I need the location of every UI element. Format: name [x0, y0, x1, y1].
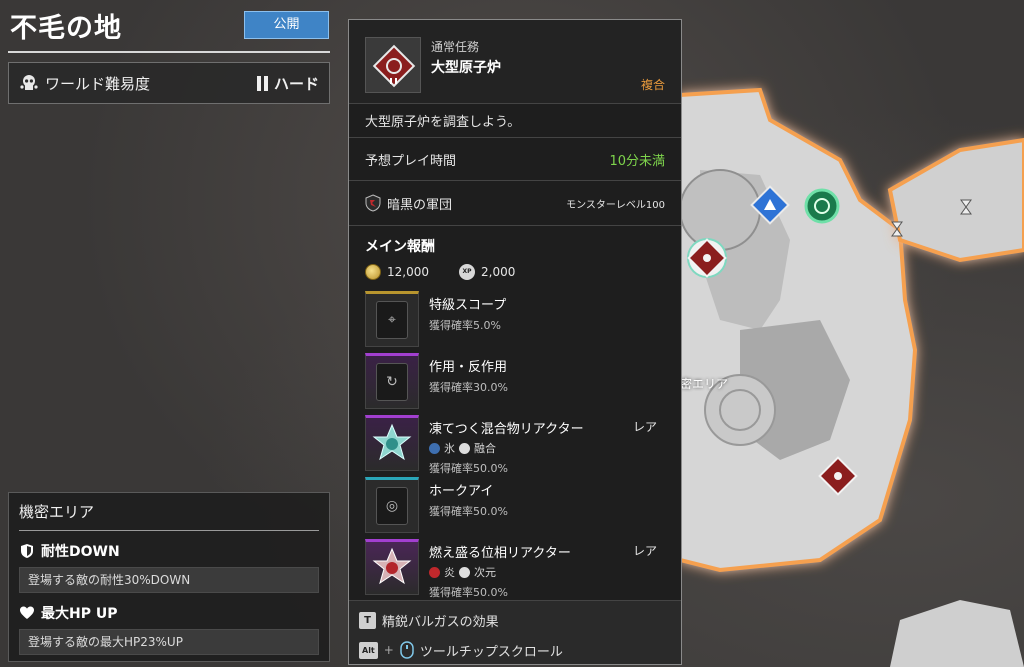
enemy-faction-row: 暗黒の軍団 モンスターレベル100 — [349, 181, 681, 226]
fire-reactor-icon — [372, 547, 412, 585]
reward-drop-rate: 獲得確率50.0% — [429, 505, 508, 518]
reward-thumbnail: ↻ — [365, 353, 419, 409]
xp-amount: 2,000 — [481, 265, 516, 279]
estimated-play-time: 予想プレイ時間 10分未満 — [349, 138, 681, 181]
difficulty-value: ハード — [273, 74, 319, 93]
gold-amount: 12,000 — [387, 265, 429, 279]
element-tag: 炎 — [444, 566, 455, 579]
plus-sign: + — [383, 643, 394, 657]
key-t: T — [359, 611, 376, 629]
reward-thumbnail: ◎ — [365, 477, 419, 533]
reward-list[interactable]: ⌖ 特級スコープ 獲得確率5.0% ↻ 作用・反作用 獲得確率30.0% 凍てつ… — [365, 291, 667, 599]
shield-icon — [21, 544, 33, 558]
reward-item[interactable]: 燃え盛る位相リアクター 炎 次元 獲得確率50.0% レア — [365, 539, 667, 599]
reward-drop-rate: 獲得確率30.0% — [429, 381, 508, 394]
reward-item[interactable]: ◎ ホークアイ 獲得確率50.0% — [365, 477, 667, 539]
map-marker-mission-selected — [687, 238, 727, 278]
map-marker-green — [804, 188, 840, 224]
faction-icon — [365, 194, 381, 212]
main-rewards-title: メイン報酬 — [365, 239, 435, 255]
reward-thumbnail: ⌖ — [365, 291, 419, 347]
type-tag: 融合 — [474, 442, 496, 455]
mission-tooltip[interactable]: 通常任務 大型原子炉 複合 大型原子炉を調査しよう。 予想プレイ時間 10分未満… — [348, 19, 682, 665]
reward-tags: 氷 融合 — [429, 440, 667, 456]
element-tag: 氷 — [444, 442, 455, 455]
xp-icon: XP — [459, 264, 475, 280]
reward-name: 燃え盛る位相リアクター — [429, 546, 571, 561]
difficulty-level: ハード — [256, 73, 319, 94]
map-area-label: 密エリア — [680, 377, 729, 391]
modifier-title-text: 耐性DOWN — [41, 544, 120, 560]
reward-drop-rate: 獲得確率5.0% — [429, 319, 501, 332]
publish-button[interactable]: 公開 — [244, 11, 329, 39]
modifier-title: 最大HP UP — [19, 603, 319, 623]
reward-rarity: レア — [632, 420, 657, 434]
key-alt: Alt — [359, 641, 378, 659]
mouse-scroll-icon — [400, 641, 414, 659]
mission-type: 複合 — [640, 78, 665, 92]
reward-name: ホークアイ — [429, 484, 494, 499]
frost-reactor-icon — [372, 423, 412, 461]
mission-description: 大型原子炉を調査しよう。 — [349, 104, 681, 138]
area-modifiers-panel: 機密エリア 耐性DOWN 登場する敵の耐性30%DOWN 最大HP UP 登場す… — [8, 492, 330, 662]
type-tag: 次元 — [474, 566, 496, 579]
reward-name: 作用・反作用 — [429, 360, 508, 375]
difficulty-tier-icon — [256, 75, 268, 91]
modifier-title-text: 最大HP UP — [41, 606, 118, 622]
elite-effect-hint[interactable]: T 精鋭バルガスの効果 — [359, 607, 671, 633]
play-time-value: 10分未満 — [609, 153, 665, 169]
mission-name: 大型原子炉 — [431, 60, 501, 76]
world-title: 不毛の地 — [10, 13, 122, 44]
reward-tags: 炎 次元 — [429, 564, 667, 580]
fire-element-icon — [429, 566, 440, 578]
reward-thumbnail — [365, 415, 419, 471]
tooltip-footer: T 精鋭バルガスの効果 Alt + ツールチップスクロール — [349, 600, 681, 664]
play-time-label: 予想プレイ時間 — [365, 153, 457, 169]
reward-drop-rate: 獲得確率50.0% — [429, 462, 508, 475]
mission-description-text: 大型原子炉を調査しよう。 — [365, 115, 521, 130]
elite-effect-label: 精鋭バルガスの効果 — [382, 614, 499, 630]
modifier-description: 登場する敵の耐性30%DOWN — [19, 567, 319, 593]
fusion-type-icon — [459, 442, 470, 454]
currency-rewards: 12,000 XP 2,000 — [365, 264, 545, 280]
mission-category: 通常任務 — [431, 40, 480, 54]
scroll-hint[interactable]: Alt + ツールチップスクロール — [359, 637, 671, 663]
reward-drop-rate: 獲得確率50.0% — [429, 586, 508, 599]
gold-coin-icon — [365, 264, 381, 280]
reward-name: 特級スコープ — [429, 298, 507, 313]
reward-rarity: レア — [632, 544, 657, 558]
difficulty-label: ワールド難易度 — [45, 74, 151, 93]
reward-item[interactable]: 凍てつく混合物リアクター 氷 融合 獲得確率50.0% レア — [365, 415, 667, 477]
reward-item[interactable]: ↻ 作用・反作用 獲得確率30.0% — [365, 353, 667, 415]
scope-module-icon: ⌖ — [376, 301, 408, 339]
modifier-title: 耐性DOWN — [19, 541, 319, 561]
title-divider — [8, 51, 330, 53]
mission-type-icon — [365, 37, 421, 93]
map-region-corridor — [887, 137, 1024, 263]
reward-name: 凍てつく混合物リアクター — [429, 422, 584, 437]
skull-icon — [20, 75, 38, 90]
hawkeye-module-icon: ◎ — [376, 487, 408, 525]
dimension-type-icon — [459, 566, 470, 578]
monster-level: モンスターレベル100 — [566, 199, 665, 211]
reward-thumbnail — [365, 539, 419, 595]
world-difficulty[interactable]: ワールド難易度 ハード — [8, 62, 330, 104]
ice-element-icon — [429, 442, 440, 454]
scroll-label: ツールチップスクロール — [419, 644, 563, 660]
modifier-description: 登場する敵の最大HP23%UP — [19, 629, 319, 655]
enemy-faction-name: 暗黒の軍団 — [387, 197, 453, 213]
recoil-module-icon: ↻ — [376, 363, 408, 401]
area-title: 機密エリア — [19, 501, 319, 531]
heart-icon — [20, 606, 34, 619]
reward-item[interactable]: ⌖ 特級スコープ 獲得確率5.0% — [365, 291, 667, 353]
mission-header: 通常任務 大型原子炉 複合 — [349, 20, 681, 104]
